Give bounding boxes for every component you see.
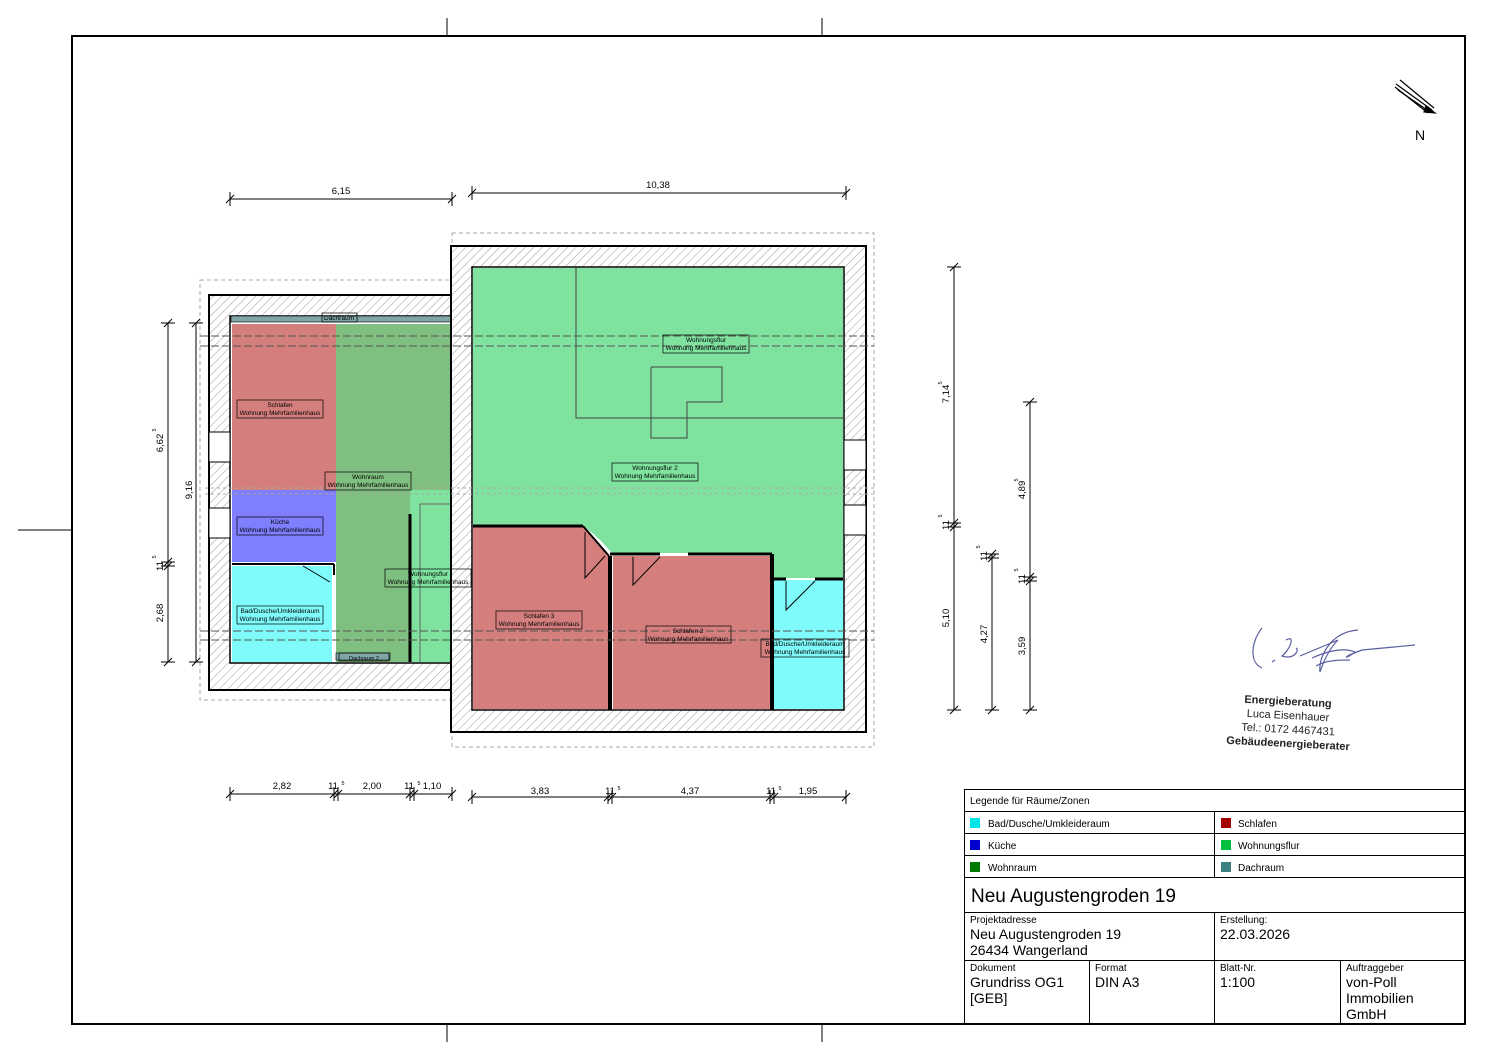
legend-swatch [970,862,980,872]
legend-label: Bad/Dusche/Umkleideraum [988,819,1110,830]
dimension-label: 11 [404,781,414,792]
dimension-label: 5,10 [941,609,952,628]
dimension-label: 3,83 [531,786,550,797]
dimension-label: 4,37 [681,786,700,797]
format-value: DIN A3 [1095,974,1140,990]
document-label: Dokument [970,963,1016,974]
room-name: Wohnungsflur 2 [632,465,678,472]
project-address-line: 26434 Wangerland [970,942,1088,958]
dimension-label: 11 [941,520,952,530]
room-name: Schlafen [267,402,293,409]
room-wohnraum-fill [336,324,450,490]
legend-label: Dachraum [1238,863,1285,874]
dimension-label: 11 [605,786,615,797]
dimension-label: 6,15 [332,186,351,197]
project-title: Neu Augustengroden 19 [971,886,1176,907]
dimension-label: 2,82 [273,781,292,792]
legend-title: Legende für Räume/Zonen [970,796,1090,807]
dimension-label: 11 [328,781,338,792]
dimension-label: 5 [976,545,982,548]
dimension-label: 2,00 [363,781,382,792]
legend-label: Schlafen [1238,819,1277,830]
dimension-label: 5 [152,555,158,558]
created-label: Erstellung: [1220,915,1268,926]
room-sub: Wohnung Mehrfamilienhaus [615,473,697,480]
dimension-label: 7,14 [941,385,952,404]
client-label: Auftraggeber [1346,963,1404,974]
dimension-label: 5 [778,786,781,792]
room-sub: Wohnung Mehrfamilienhaus [499,621,581,628]
room-sub: Wohnung Mehrfamilienhaus [666,345,748,352]
dimension-label: 4,89 [1017,481,1028,500]
dimension-label: 11 [1017,574,1028,584]
dimension-label: 5 [938,514,944,517]
room-name: Schlafen 2 [673,628,704,635]
dimension-label: 2,68 [155,604,166,623]
room-sub: Wohnung Mehrfamilienhaus [388,579,470,586]
dimension-label: 9,16 [184,481,195,500]
dimension-label: 6,62 [155,434,166,453]
project-address-label: Projektadresse [970,915,1037,926]
dimension-label: 5 [938,381,944,384]
room-name: Küche [271,519,290,526]
dimension-label: 5 [152,428,158,431]
client-value: GmbH [1346,1006,1387,1022]
legend-label: Wohnraum [988,863,1037,874]
room-sub: Wohnung Mehrfamilienhaus [328,482,410,489]
room-wohnraum-fill-lower [336,490,410,662]
project-address-line: Neu Augustengroden 19 [970,926,1122,942]
legend-swatch [1221,818,1231,828]
client-value: von-Poll [1346,974,1397,990]
room-sub: Wohnung Mehrfamilienhaus [240,616,322,623]
document-value: Grundriss OG1 [970,974,1065,990]
dimension-label: 3,59 [1017,637,1028,656]
legend-label: Wohnungsflur [1238,841,1300,852]
legend-label: Küche [988,841,1017,852]
format-label: Format [1095,963,1127,974]
legend-swatch [970,840,980,850]
room-sub: Wohnung Mehrfamilienhaus [765,649,847,656]
legend-titleblock: Legende für Räume/Zonen Bad/Dusche/Umkle… [964,789,1465,1025]
right-building [450,245,867,733]
room-sub: Wohnung Mehrfamilienhaus [240,410,322,417]
room-kueche-fill [232,490,336,562]
dimension-label: 5 [1014,478,1020,481]
room-name: Bad/Dusche/Umkleideraum [240,608,319,615]
dimension-label: 5 [417,781,420,787]
dimension-label: 5 [341,781,344,787]
room-name: Dachraum 2 [349,656,379,662]
dimension-label: 4,27 [979,625,990,644]
signature [1252,627,1416,673]
room-name: Wohnungsflur [408,571,449,578]
legend-swatch [970,818,980,828]
dimension-label: 1,95 [799,786,818,797]
dimension-label: 1,10 [423,781,442,792]
client-value: Immobilien [1346,990,1414,1006]
dimension-label: 11 [766,786,776,797]
dimension-label: 11 [979,551,990,561]
room-name: Wohnraum [352,474,384,481]
room-sub: Wohnung Mehrfamilienhaus [648,636,730,643]
room-name: Dachraum [324,315,354,322]
legend-swatch [1221,862,1231,872]
sheet-number-label: Blatt-Nr. [1220,963,1257,974]
sheet-number-value: 1:100 [1220,974,1256,990]
north-label: N [1415,127,1425,143]
room-name: Schlafen 3 [524,613,555,620]
legend-swatch [1221,840,1231,850]
document-value: [GEB] [970,990,1008,1006]
dimension-label: 10,38 [646,180,670,191]
room-label-dachraum: Dachraum [321,312,358,323]
north-arrow [1394,79,1437,114]
room-sub: Wohnung Mehrfamilienhaus [240,527,322,534]
dimension-label: 5 [1014,568,1020,571]
created-value: 22.03.2026 [1220,926,1291,942]
room-name: Bad/Dusche/Umkleideraum [765,641,844,648]
dimension-label: 5 [617,786,620,792]
room-name: Wohnungsflur [686,337,727,344]
dimension-label: 11 [155,561,166,571]
